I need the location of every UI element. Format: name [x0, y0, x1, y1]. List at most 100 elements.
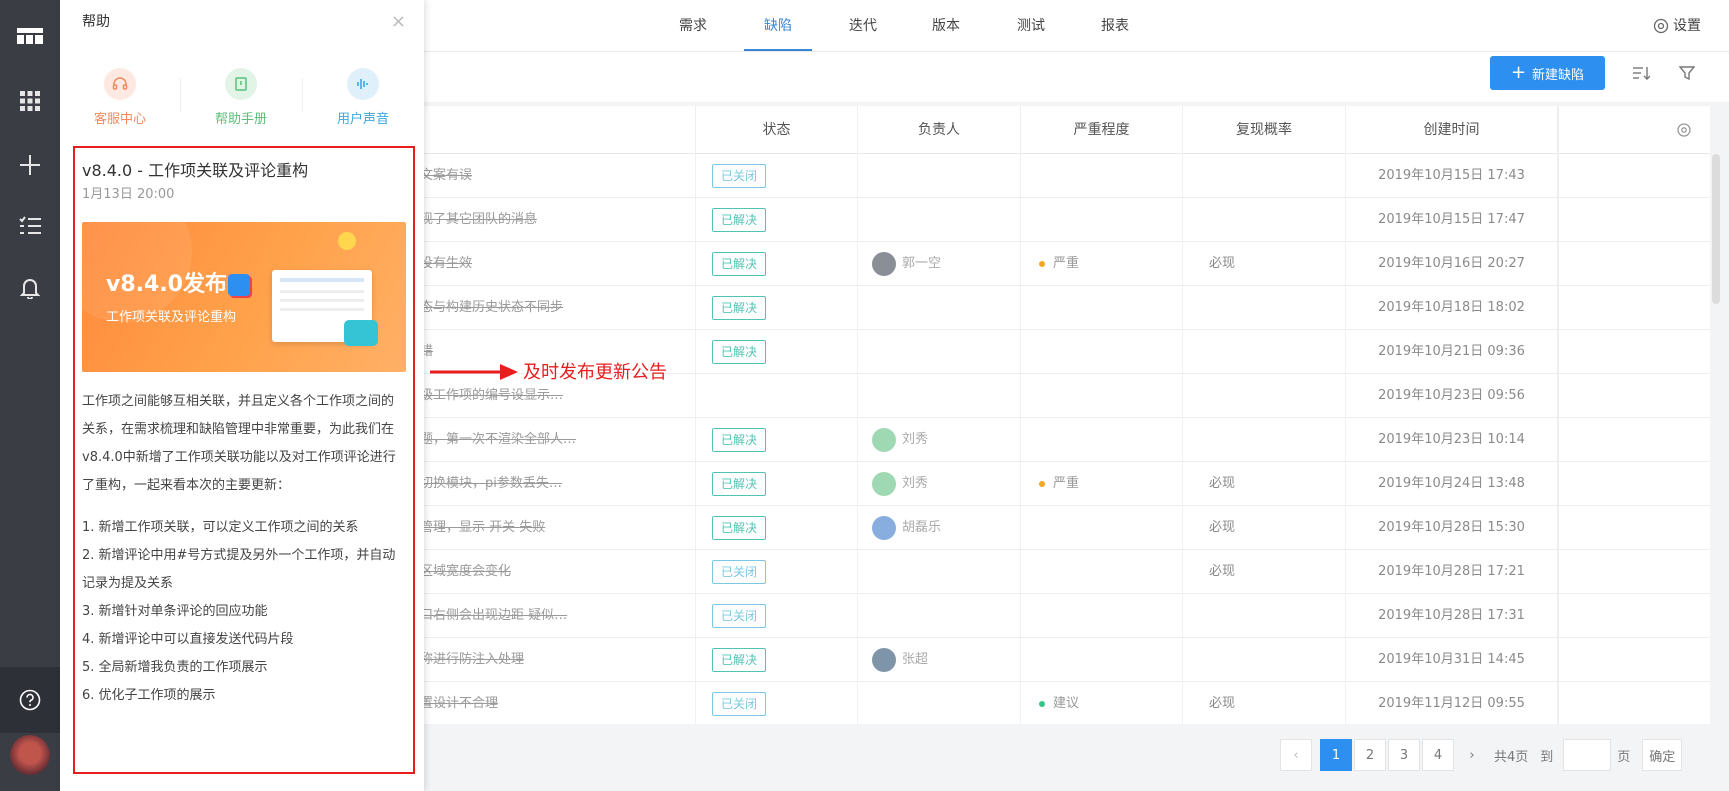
- repro-cell: 必现: [1183, 462, 1346, 506]
- page-3[interactable]: 3: [1388, 739, 1420, 771]
- defect-title[interactable]: ，位置设计不合理: [384, 682, 696, 724]
- column-settings-icon[interactable]: [1558, 106, 1708, 154]
- repro-cell: [1183, 154, 1346, 198]
- apps-grid-icon[interactable]: [0, 81, 60, 121]
- page-4[interactable]: 4: [1422, 739, 1454, 771]
- owner-cell: [858, 594, 1021, 638]
- status-badge[interactable]: 已关闭: [712, 692, 767, 716]
- owner-cell: [858, 330, 1021, 374]
- sort-icon[interactable]: [1628, 60, 1654, 86]
- status-cell: 已关闭: [696, 550, 858, 594]
- status-badge[interactable]: 已解决: [712, 428, 767, 452]
- repro-cell: [1183, 638, 1346, 682]
- tab-requirements[interactable]: 需求: [663, 0, 723, 52]
- created-time-cell: 2019年10月23日 10:14: [1346, 418, 1558, 462]
- help-button[interactable]: [0, 667, 60, 733]
- owner-cell: [858, 374, 1021, 418]
- repro-cell: 必现: [1183, 682, 1346, 724]
- gear-icon: [1653, 18, 1669, 34]
- user-voice-link[interactable]: 用户声音: [303, 68, 423, 127]
- new-defect-button[interactable]: + 新建缺陷: [1490, 56, 1605, 90]
- status-badge[interactable]: 已解决: [712, 472, 767, 496]
- owner-name: 张超: [902, 652, 929, 667]
- defect-title[interactable]: 表状态与构建历史状态不同步: [384, 286, 696, 330]
- status-cell: 已解决: [696, 198, 858, 242]
- settings-label: 设置: [1673, 18, 1701, 34]
- owner-name: 胡磊乐: [902, 520, 942, 535]
- customer-service-link[interactable]: 客服中心: [60, 68, 180, 127]
- status-badge[interactable]: 已关闭: [712, 164, 767, 188]
- column-status[interactable]: 状态: [696, 106, 858, 154]
- column-severity[interactable]: 严重程度: [1021, 106, 1183, 154]
- user-avatar[interactable]: [10, 735, 50, 775]
- created-time-cell: 2019年10月31日 14:45: [1346, 638, 1558, 682]
- defect-title[interactable]: 视图管理，显示 开关 失败: [384, 506, 696, 550]
- status-badge[interactable]: 已关闭: [712, 560, 767, 584]
- repro-cell: [1183, 418, 1346, 462]
- tab-defects[interactable]: 缺陷: [744, 0, 812, 52]
- highlight-box: [73, 146, 415, 774]
- status-cell: 已解决: [696, 638, 858, 682]
- page-2[interactable]: 2: [1354, 739, 1386, 771]
- help-panel-title: 帮助: [82, 14, 110, 30]
- defect-title[interactable]: 提示文案有误: [384, 154, 696, 198]
- next-page-button[interactable]: ›: [1456, 739, 1488, 771]
- owner-avatar: [872, 516, 896, 540]
- tab-iterations[interactable]: 迭代: [833, 0, 893, 52]
- confirm-page-button[interactable]: 确定: [1642, 739, 1683, 771]
- pagination: ‹ 1 2 3 4 › 共4页 到 页 确定: [1280, 738, 1683, 772]
- status-badge[interactable]: 已关闭: [712, 604, 767, 628]
- owner-name: 刘秀: [902, 432, 929, 447]
- help-manual-link[interactable]: 帮助手册: [181, 68, 301, 127]
- tab-tests[interactable]: 测试: [1001, 0, 1061, 52]
- defect-title[interactable]: 信息没有生效: [384, 242, 696, 286]
- defect-title[interactable]: 有问题，第一次不渲染全部人…: [384, 418, 696, 462]
- page-1[interactable]: 1: [1320, 739, 1352, 771]
- severity-cell: [1021, 594, 1183, 638]
- severity-cell: 建议: [1021, 682, 1183, 724]
- tab-versions[interactable]: 版本: [916, 0, 976, 52]
- defect-title[interactable]: ，窗口右侧会出现边距 疑似…: [384, 594, 696, 638]
- prev-page-button[interactable]: ‹: [1280, 739, 1312, 771]
- tab-reports[interactable]: 报表: [1085, 0, 1145, 52]
- status-badge[interactable]: 已解决: [712, 208, 767, 232]
- filter-icon[interactable]: [1674, 60, 1700, 86]
- severity-cell: [1021, 198, 1183, 242]
- plus-icon[interactable]: [0, 145, 60, 185]
- column-created[interactable]: 创建时间: [1346, 106, 1558, 154]
- status-badge[interactable]: 已解决: [712, 340, 767, 364]
- settings-link[interactable]: 设置: [1653, 0, 1701, 52]
- task-list-icon[interactable]: [0, 206, 60, 246]
- repro-cell: [1183, 330, 1346, 374]
- created-time-cell: 2019年10月21日 09:36: [1346, 330, 1558, 374]
- repro-cell: [1183, 594, 1346, 638]
- status-cell: 已解决: [696, 506, 858, 550]
- close-icon[interactable]: ×: [391, 0, 406, 44]
- severity-dot: [1039, 260, 1045, 267]
- column-title[interactable]: 标题: [384, 106, 696, 154]
- user-voice-label: 用户声音: [336, 112, 389, 127]
- defect-title[interactable]: 符名称进行防注入处理: [384, 638, 696, 682]
- repro-cell: 必现: [1183, 550, 1346, 594]
- status-badge[interactable]: 已解决: [712, 648, 767, 672]
- status-cell: [696, 374, 858, 418]
- status-badge[interactable]: 已解决: [712, 516, 767, 540]
- owner-cell: [858, 286, 1021, 330]
- status-badge[interactable]: 已解决: [712, 296, 767, 320]
- bell-icon[interactable]: [0, 268, 60, 308]
- defect-title[interactable]: 内容区域宽度会变化: [384, 550, 696, 594]
- severity-dot: [1039, 700, 1045, 707]
- logo-icon[interactable]: [0, 16, 60, 56]
- owner-name: 刘秀: [902, 476, 929, 491]
- column-repro[interactable]: 复现概率: [1183, 106, 1346, 154]
- severity-label: 建议: [1053, 696, 1080, 711]
- defect-title[interactable]: 里出现了其它团队的消息: [384, 198, 696, 242]
- column-owner[interactable]: 负责人: [858, 106, 1021, 154]
- goto-page-input[interactable]: [1563, 739, 1612, 771]
- left-nav: [0, 0, 60, 791]
- headset-icon: [104, 68, 136, 100]
- table-scrollbar[interactable]: [1712, 154, 1720, 304]
- status-badge[interactable]: 已解决: [712, 252, 767, 276]
- owner-cell: 胡磊乐: [858, 506, 1021, 550]
- defect-title[interactable]: 在侧切换模块，pi参数丢失…: [384, 462, 696, 506]
